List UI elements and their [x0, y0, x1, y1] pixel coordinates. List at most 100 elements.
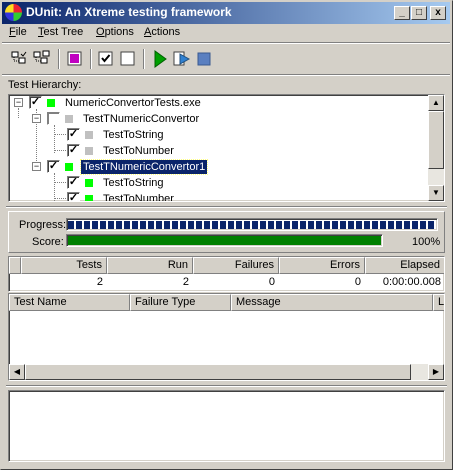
scroll-thumb[interactable]: [25, 364, 411, 380]
progress-cell: [92, 221, 98, 229]
app-logo-icon[interactable]: [5, 4, 22, 21]
progress-cell: [388, 221, 394, 229]
minimize-button[interactable]: _: [394, 6, 410, 20]
deselect-all-icon: [33, 50, 50, 64]
scroll-right-button[interactable]: ▶: [428, 364, 444, 380]
scroll-down-button[interactable]: ▼: [428, 185, 444, 201]
error-message-box[interactable]: [8, 390, 445, 462]
collapse-icon[interactable]: −: [32, 114, 41, 123]
splitter[interactable]: [6, 385, 447, 387]
scroll-up-button[interactable]: ▲: [428, 95, 444, 111]
progress-cell: [116, 221, 122, 229]
progress-cell: [284, 221, 290, 229]
tree-node-label[interactable]: TestToString: [101, 176, 166, 190]
progress-cell: [84, 221, 90, 229]
stats-value-run: 2: [182, 276, 189, 288]
tree-checkbox[interactable]: ✓: [67, 192, 80, 201]
stats-header-tests[interactable]: Tests: [21, 257, 107, 274]
tree-node-label[interactable]: TestToString: [101, 128, 166, 142]
progress-cell: [412, 221, 418, 229]
status-square-icon: [85, 131, 93, 139]
test-tree[interactable]: − ✓ NumericConvertorTests.exe − TestTNum…: [8, 94, 445, 202]
menu-actions[interactable]: Actions: [144, 25, 180, 40]
failure-header-failure-type[interactable]: Failure Type: [130, 294, 231, 311]
tree-checkbox[interactable]: ✓: [67, 128, 80, 141]
progress-cell: [196, 221, 202, 229]
failure-list[interactable]: Test Name Failure Type Message L ◀ ▶: [8, 293, 445, 381]
failure-header-location[interactable]: L: [433, 294, 444, 311]
failure-header-message[interactable]: Message: [231, 294, 433, 311]
status-square-icon: [85, 147, 93, 155]
progress-cell: [340, 221, 346, 229]
menu-options[interactable]: Options: [96, 25, 134, 40]
run-selected-button[interactable]: [171, 48, 193, 70]
tree-checkbox[interactable]: ✓: [67, 144, 80, 157]
window-title: DUnit: An Xtreme testing framework: [26, 5, 232, 19]
deselect-all-button[interactable]: [31, 48, 53, 70]
menu-file[interactable]: File: [9, 25, 27, 40]
stop-button[interactable]: [193, 48, 215, 70]
tree-checkbox[interactable]: ✓: [47, 160, 60, 173]
status-square-icon: [85, 179, 93, 187]
toolbar-separator-bottom: [2, 74, 450, 76]
progress-cell: [244, 221, 250, 229]
progress-cell: [268, 221, 274, 229]
run-button[interactable]: [149, 48, 171, 70]
tree-line: [18, 108, 19, 118]
tree-checkbox[interactable]: ✓: [29, 96, 42, 109]
tree-line: [54, 182, 66, 183]
close-button[interactable]: x: [430, 6, 446, 20]
stats-header-run[interactable]: Run: [107, 257, 193, 274]
scroll-left-button[interactable]: ◀: [9, 364, 25, 380]
scroll-thumb[interactable]: [428, 111, 444, 169]
collapse-icon[interactable]: −: [14, 98, 23, 107]
menu-test-tree-label: Test Tree: [38, 26, 84, 38]
progress-cell: [372, 221, 378, 229]
collapse-icon[interactable]: −: [32, 162, 41, 171]
progress-cell: [364, 221, 370, 229]
title-bar[interactable]: DUnit: An Xtreme testing framework _ □ x: [2, 2, 450, 24]
tree-node-label[interactable]: NumericConvertorTests.exe: [63, 96, 203, 110]
select-failed-icon: [67, 51, 82, 66]
run-icon: [154, 50, 167, 68]
status-square-icon: [85, 195, 93, 201]
failure-header-test-name[interactable]: Test Name: [9, 294, 130, 311]
uncheck-button[interactable]: [117, 48, 139, 70]
progress-cell: [252, 221, 258, 229]
progress-cell: [164, 221, 170, 229]
splitter[interactable]: [6, 206, 447, 208]
stats-header-errors[interactable]: Errors: [279, 257, 365, 274]
tree-node-label[interactable]: TestToNumber: [101, 192, 176, 201]
progress-cell: [260, 221, 266, 229]
progress-cell: [428, 221, 434, 229]
toolbar-separator: [143, 49, 145, 69]
progress-cell: [292, 221, 298, 229]
tree-line: [54, 125, 55, 153]
tree-node-label[interactable]: TestTNumericConvertor: [81, 112, 201, 126]
tree-node-label[interactable]: TestToNumber: [101, 144, 176, 158]
score-bar: [66, 234, 383, 247]
toolbar-separator: [90, 49, 92, 69]
tree-checkbox[interactable]: [47, 112, 60, 125]
progress-cell: [420, 221, 426, 229]
progress-cell: [308, 221, 314, 229]
tree-node-label-selected[interactable]: TestTNumericConvertor1: [79, 159, 209, 175]
stats-header-elapsed[interactable]: Elapsed: [365, 257, 444, 274]
progress-cell: [348, 221, 354, 229]
check-icon: [98, 51, 113, 66]
progress-cell: [188, 221, 194, 229]
progress-cell: [236, 221, 242, 229]
tree-checkbox[interactable]: ✓: [67, 176, 80, 189]
status-square-icon: [65, 115, 73, 123]
check-button[interactable]: [95, 48, 117, 70]
progress-cell: [108, 221, 114, 229]
status-square-icon: [65, 163, 73, 171]
score-bar-fill: [68, 236, 381, 245]
progress-cell: [180, 221, 186, 229]
select-all-button[interactable]: [9, 48, 31, 70]
maximize-button[interactable]: □: [411, 6, 427, 20]
menu-test-tree[interactable]: Test Tree: [38, 25, 83, 40]
select-failed-button[interactable]: [64, 48, 86, 70]
progress-cell: [140, 221, 146, 229]
stats-header-failures[interactable]: Failures: [193, 257, 279, 274]
